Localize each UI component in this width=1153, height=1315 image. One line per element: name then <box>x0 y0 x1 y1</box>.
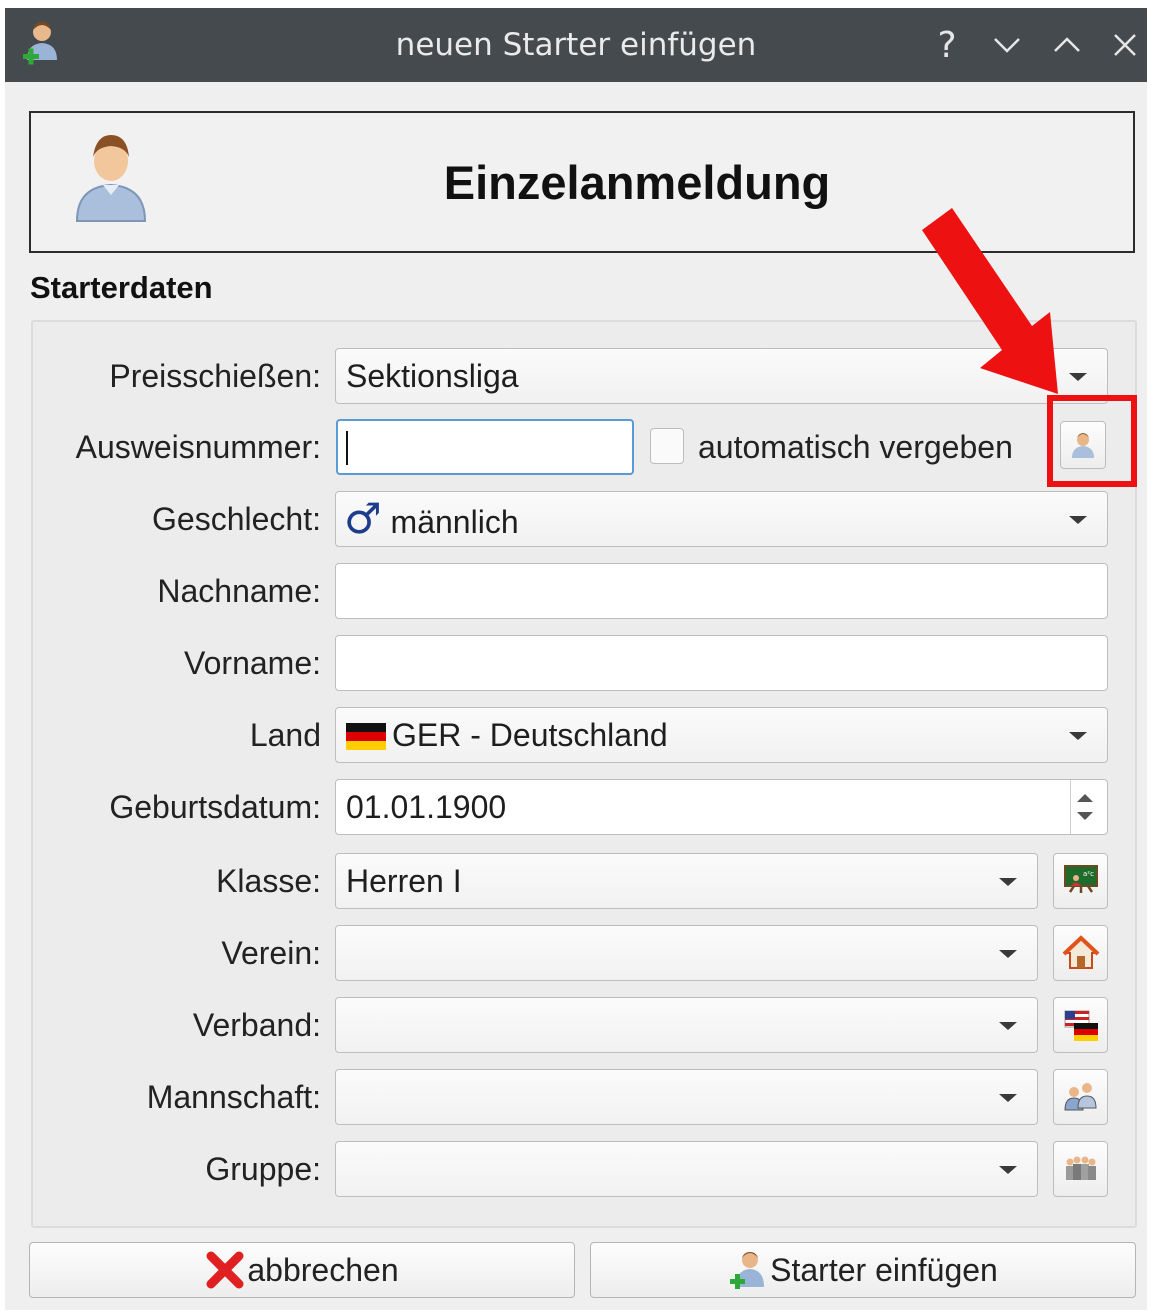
nachname-input[interactable] <box>335 563 1108 619</box>
geschlecht-select[interactable]: ♂ männlich <box>335 491 1108 547</box>
geburtsdatum-label: Geburtsdatum: <box>109 789 321 825</box>
dialog-window: neuen Starter einfügen ? Einzelanmeldung… <box>5 8 1147 1310</box>
annotation-arrow-icon <box>922 208 1058 394</box>
geburtsdatum-value: 01.01.1900 <box>346 789 507 825</box>
nachname-label: Nachname: <box>157 573 321 609</box>
row-klasse: Klasse: Herren I a²c <box>5 851 1147 911</box>
row-geschlecht: Geschlecht: ♂ männlich <box>5 489 1147 549</box>
title-bar: neuen Starter einfügen ? <box>5 8 1147 82</box>
klasse-edit-button[interactable]: a²c <box>1053 853 1108 909</box>
chalkboard-icon: a²c <box>1063 865 1098 893</box>
cancel-button[interactable]: abbrechen <box>29 1242 575 1298</box>
auto-assign-label[interactable]: automatisch vergeben <box>698 417 1013 477</box>
land-label: Land <box>249 717 321 753</box>
annotation-highlight-box <box>1047 395 1137 487</box>
section-title: Starterdaten <box>30 270 213 305</box>
row-nachname: Nachname: <box>5 561 1147 621</box>
add-person-icon <box>730 1252 765 1289</box>
gruppe-edit-button[interactable] <box>1053 1141 1108 1197</box>
verband-select[interactable] <box>335 997 1038 1053</box>
minimize-button[interactable] <box>985 23 1029 67</box>
insert-starter-button[interactable]: Starter einfügen <box>590 1242 1136 1298</box>
klasse-value: Herren I <box>346 863 462 899</box>
chevron-up-icon <box>1054 37 1080 52</box>
gruppe-select[interactable] <box>335 1141 1038 1197</box>
close-icon <box>1114 34 1136 56</box>
row-geburtsdatum: Geburtsdatum: 01.01.1900 <box>5 777 1147 837</box>
svg-text:a²c: a²c <box>1083 870 1094 878</box>
verband-label: Verband: <box>192 1007 321 1043</box>
spin-up-icon[interactable] <box>1077 794 1093 802</box>
geburtsdatum-spinbox[interactable]: 01.01.1900 <box>335 779 1108 835</box>
flags-icon <box>1064 1010 1098 1041</box>
row-mannschaft: Mannschaft: <box>5 1067 1147 1127</box>
auto-assign-checkbox[interactable] <box>650 428 684 464</box>
land-value: GER - Deutschland <box>392 717 668 753</box>
mannschaft-select[interactable] <box>335 1069 1038 1125</box>
dropdown-arrow-icon <box>999 1022 1017 1030</box>
dropdown-arrow-icon <box>999 1166 1017 1174</box>
home-icon <box>1062 935 1099 969</box>
preisschiessen-label: Preisschießen: <box>109 358 321 394</box>
verband-edit-button[interactable] <box>1053 997 1108 1053</box>
male-symbol-icon: ♂ <box>344 494 382 543</box>
spin-down-icon[interactable] <box>1077 812 1093 820</box>
row-vorname: Vorname: <box>5 633 1147 693</box>
chevron-down-icon <box>994 38 1020 53</box>
vorname-label: Vorname: <box>184 645 321 681</box>
maximize-button[interactable] <box>1045 23 1089 67</box>
text-caret <box>346 431 348 465</box>
geschlecht-value: männlich <box>390 504 519 540</box>
close-button[interactable] <box>1103 23 1147 67</box>
verein-select[interactable] <box>335 925 1038 981</box>
dropdown-arrow-icon <box>999 950 1017 958</box>
row-verein: Verein: <box>5 923 1147 983</box>
mannschaft-label: Mannschaft: <box>146 1079 321 1115</box>
vorname-input[interactable] <box>335 635 1108 691</box>
team-icon <box>1063 1083 1097 1111</box>
verein-label: Verein: <box>221 935 321 971</box>
verein-edit-button[interactable] <box>1053 925 1108 981</box>
dropdown-arrow-icon <box>999 1094 1017 1102</box>
geschlecht-label: Geschlecht: <box>152 501 321 537</box>
help-button[interactable]: ? <box>925 23 969 67</box>
gruppe-label: Gruppe: <box>205 1151 321 1187</box>
klasse-select[interactable]: Herren I <box>335 853 1038 909</box>
window-title: neuen Starter einfügen <box>395 27 757 63</box>
klasse-label: Klasse: <box>216 863 321 899</box>
ausweisnummer-input[interactable] <box>336 419 634 475</box>
cancel-label: abbrechen <box>247 1251 399 1288</box>
mannschaft-edit-button[interactable] <box>1053 1069 1108 1125</box>
dropdown-arrow-icon <box>999 878 1017 886</box>
row-gruppe: Gruppe: <box>5 1139 1147 1199</box>
preisschiessen-value: Sektionsliga <box>346 358 519 394</box>
germany-flag-icon <box>346 723 386 750</box>
row-verband: Verband: <box>5 995 1147 1055</box>
red-x-icon <box>206 1251 244 1289</box>
dropdown-arrow-icon <box>1069 732 1087 740</box>
dropdown-arrow-icon <box>1069 516 1087 524</box>
row-land: Land GER - Deutschland <box>5 705 1147 765</box>
land-select[interactable]: GER - Deutschland <box>335 707 1108 763</box>
insert-starter-label: Starter einfügen <box>770 1251 998 1288</box>
group-icon <box>1065 1156 1096 1180</box>
ausweisnummer-label: Ausweisnummer: <box>75 429 321 465</box>
